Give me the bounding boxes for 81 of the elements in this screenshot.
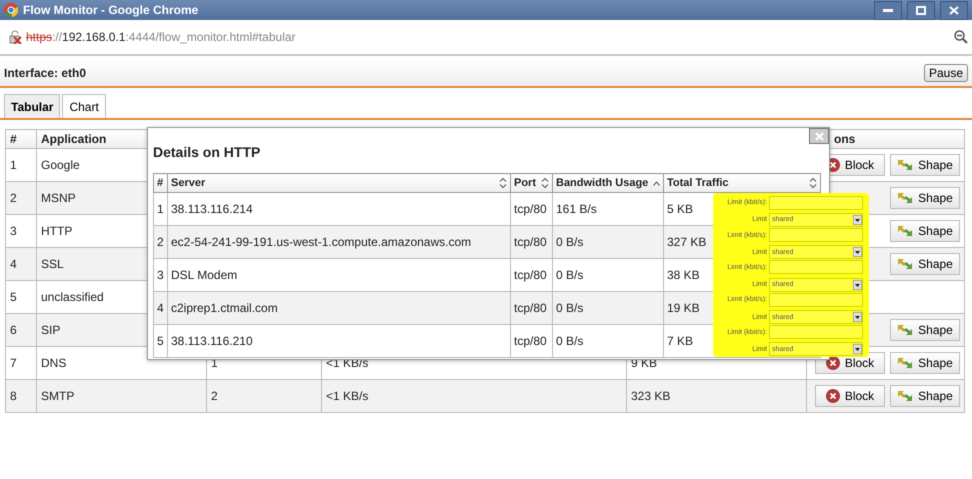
window-title: Flow Monitor - Google Chrome xyxy=(23,3,200,17)
rate-field[interactable] xyxy=(769,292,863,307)
table-cell: 8 xyxy=(6,380,36,412)
zoom-out-icon[interactable] xyxy=(954,30,968,44)
arrows-icon xyxy=(897,324,914,336)
maximize-button[interactable] xyxy=(907,0,935,20)
close-button[interactable] xyxy=(809,128,829,144)
minimize-button[interactable] xyxy=(874,0,902,20)
table-cell: tcp/80 xyxy=(510,324,552,358)
table-cell: 0 B/s xyxy=(552,258,664,292)
table-cell: tcp/80 xyxy=(510,226,552,258)
dropdown-arrow-icon xyxy=(853,214,862,225)
close-icon xyxy=(949,6,959,14)
table-cell: <1 KB/s xyxy=(322,380,626,412)
table-cell: 0 B/s xyxy=(552,226,664,258)
arrows-icon xyxy=(897,192,914,204)
column-header[interactable]: Port xyxy=(510,174,552,192)
table-cell: ec2-54-241-99-191.us-west-1.compute.amazonaws.com xyxy=(168,226,510,258)
column-header[interactable]: Bandwidth Usage xyxy=(552,174,664,192)
table-cell: 2 xyxy=(154,226,168,258)
insecure-lock-icon xyxy=(8,30,22,44)
dropdown-arrow-icon xyxy=(853,280,862,290)
arrows-icon xyxy=(897,159,914,171)
rate-field[interactable] xyxy=(769,228,863,242)
tab[interactable]: Tabular xyxy=(4,94,60,118)
table-cell: 3 xyxy=(6,214,36,248)
close-button[interactable] xyxy=(940,0,968,20)
address-field[interactable]: https://192.168.0.1:4444/flow_monitor.html#tabular xyxy=(26,30,950,44)
shape-button[interactable]: Shape xyxy=(890,352,960,374)
pause-button[interactable]: Pause xyxy=(924,64,968,82)
rate-field[interactable] xyxy=(769,325,863,340)
column-header: # xyxy=(6,130,36,148)
column-header[interactable]: Total Traffic xyxy=(664,174,820,192)
table-cell: tcp/80 xyxy=(510,258,552,292)
interface-label: Interface: eth0 xyxy=(4,66,86,80)
table-cell: 0 B/s xyxy=(552,324,664,358)
table-cell: 323 KB xyxy=(626,380,806,412)
table-cell: 4 xyxy=(154,292,168,324)
table-cell: 5 xyxy=(154,324,168,358)
table-cell: 4 xyxy=(6,248,36,280)
dropdown-arrow-icon xyxy=(853,312,862,322)
table-cell: 6 xyxy=(6,314,36,346)
table-cell: 3 xyxy=(154,258,168,292)
shape-button[interactable]: Shape xyxy=(890,253,960,275)
tab[interactable]: Chart xyxy=(62,94,106,118)
table-cell: 7 xyxy=(6,346,36,380)
shape-button[interactable]: Shape xyxy=(890,385,960,407)
table-cell: SMTP xyxy=(36,380,206,412)
table-cell: 0 B/s xyxy=(552,292,664,324)
block-icon xyxy=(826,389,840,403)
table-cell: 161 B/s xyxy=(552,192,664,226)
table-cell: 1 xyxy=(154,192,168,226)
close-icon xyxy=(814,132,824,140)
shape-button[interactable]: Shape xyxy=(890,319,960,341)
rate-field[interactable] xyxy=(769,260,863,274)
browser-logo-icon xyxy=(4,3,18,17)
table-cell: DSL Modem xyxy=(168,258,510,292)
dropdown-arrow-icon xyxy=(853,247,862,258)
table-cell: c2iprep1.ctmail.com xyxy=(168,292,510,324)
column-header: # xyxy=(154,174,168,192)
table-cell: 38.113.116.214 xyxy=(168,192,510,226)
dropdown-arrow-icon xyxy=(853,344,862,354)
shape-button[interactable]: Shape xyxy=(890,154,960,176)
maximize-icon xyxy=(916,6,926,14)
arrows-icon xyxy=(897,258,914,270)
block-button[interactable]: Block xyxy=(815,385,885,407)
table-cell: 1 xyxy=(6,148,36,182)
table-cell: 38.113.116.210 xyxy=(168,324,510,358)
arrows-icon xyxy=(897,357,914,369)
shape-button[interactable]: Shape xyxy=(890,187,960,209)
table-cell: tcp/80 xyxy=(510,192,552,226)
table-cell: 5 xyxy=(6,280,36,314)
table-cell: 2 xyxy=(6,182,36,214)
table-cell: tcp/80 xyxy=(510,292,552,324)
table-cell: 2 xyxy=(206,380,322,412)
arrows-icon xyxy=(897,390,914,402)
arrows-icon xyxy=(897,225,914,237)
shape-button[interactable]: Shape xyxy=(890,220,960,242)
rate-field[interactable] xyxy=(769,196,863,210)
minimize-icon xyxy=(883,8,893,12)
column-header[interactable]: Server xyxy=(168,174,510,192)
